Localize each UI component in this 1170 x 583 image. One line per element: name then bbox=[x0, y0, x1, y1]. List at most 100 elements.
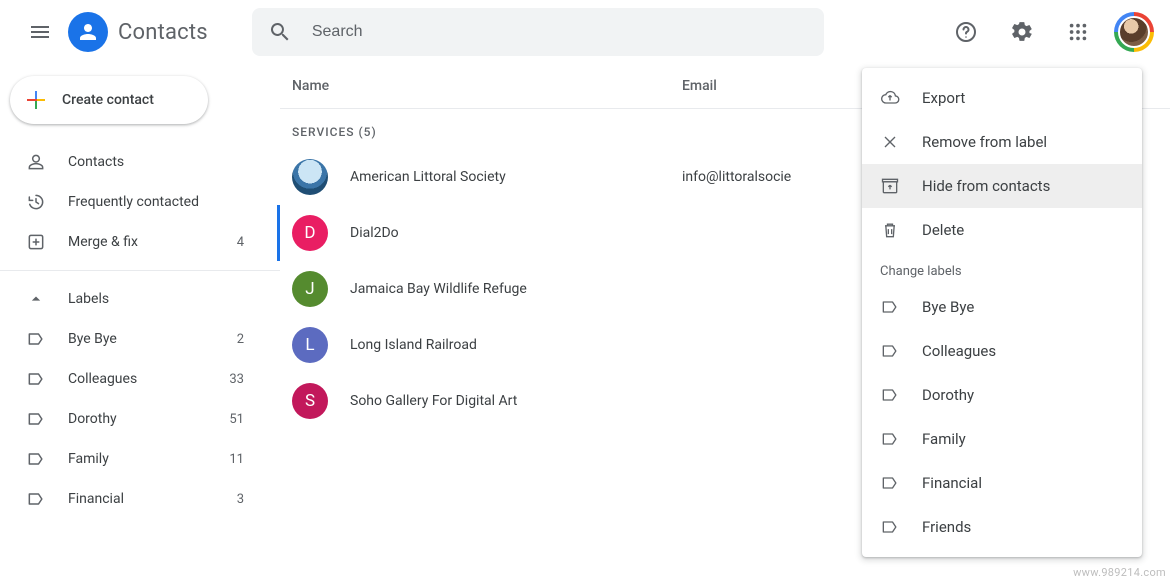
menu-label: Remove from label bbox=[922, 133, 1047, 151]
contact-avatar bbox=[292, 159, 328, 195]
sidebar: Create contact Contacts Frequently conta… bbox=[0, 64, 280, 583]
close-icon bbox=[880, 132, 900, 152]
label-icon bbox=[880, 385, 900, 405]
sidebar-item-count: 33 bbox=[229, 372, 244, 387]
sidebar-item-count: 3 bbox=[237, 492, 244, 507]
person-outline-icon bbox=[26, 152, 46, 172]
archive-icon bbox=[880, 176, 900, 196]
sidebar-item-label: Dorothy bbox=[68, 411, 207, 427]
menu-delete[interactable]: Delete bbox=[862, 208, 1142, 252]
labels-toggle[interactable]: Labels bbox=[0, 279, 280, 319]
contact-email: info@littoralsocie bbox=[682, 169, 791, 185]
label-icon bbox=[880, 429, 900, 449]
sidebar-item-frequent[interactable]: Frequently contacted bbox=[0, 182, 268, 222]
contact-avatar: D bbox=[292, 215, 328, 251]
account-avatar[interactable] bbox=[1114, 12, 1154, 52]
help-icon[interactable] bbox=[942, 8, 990, 56]
menu-label-item[interactable]: Colleagues bbox=[862, 329, 1142, 373]
plus-icon bbox=[24, 88, 48, 112]
menu-label: Family bbox=[922, 430, 966, 448]
menu-label-item[interactable]: Friends bbox=[862, 505, 1142, 549]
sidebar-label-item[interactable]: Financial 3 bbox=[0, 479, 268, 519]
contact-avatar: L bbox=[292, 327, 328, 363]
sidebar-item-count: 2 bbox=[237, 332, 244, 347]
sidebar-label-item[interactable]: Bye Bye 2 bbox=[0, 319, 268, 359]
sidebar-item-label: Merge & fix bbox=[68, 234, 215, 250]
create-contact-label: Create contact bbox=[62, 92, 154, 108]
contact-name: Soho Gallery For Digital Art bbox=[350, 393, 682, 409]
contact-name: Jamaica Bay Wildlife Refuge bbox=[350, 281, 682, 297]
merge-icon bbox=[26, 232, 46, 252]
gear-icon[interactable] bbox=[998, 8, 1046, 56]
menu-label: Dorothy bbox=[922, 386, 974, 404]
label-icon bbox=[26, 409, 46, 429]
menu-label-item[interactable]: Bye Bye bbox=[862, 285, 1142, 329]
label-icon bbox=[880, 517, 900, 537]
app-logo[interactable]: Contacts bbox=[68, 12, 208, 52]
watermark: www.989214.com bbox=[1073, 566, 1166, 579]
label-icon bbox=[880, 341, 900, 361]
menu-label: Export bbox=[922, 89, 965, 107]
sidebar-item-contacts[interactable]: Contacts bbox=[0, 142, 268, 182]
label-icon bbox=[26, 449, 46, 469]
sidebar-label-item[interactable]: Colleagues 33 bbox=[0, 359, 268, 399]
menu-label: Financial bbox=[922, 474, 982, 492]
label-icon bbox=[26, 369, 46, 389]
trash-icon bbox=[880, 220, 900, 240]
sidebar-item-label: Family bbox=[68, 451, 207, 467]
menu-label: Friends bbox=[922, 518, 971, 536]
search-input[interactable] bbox=[310, 22, 808, 42]
label-icon bbox=[26, 329, 46, 349]
history-icon bbox=[26, 192, 46, 212]
sidebar-item-label: Financial bbox=[68, 491, 215, 507]
menu-label: Delete bbox=[922, 221, 964, 239]
menu-section-change-labels: Change labels bbox=[862, 252, 1142, 285]
cloud-upload-icon bbox=[880, 88, 900, 108]
menu-label-item[interactable]: Family bbox=[862, 417, 1142, 461]
contact-avatar: S bbox=[292, 383, 328, 419]
label-icon bbox=[880, 473, 900, 493]
sidebar-item-merge[interactable]: Merge & fix 4 bbox=[0, 222, 268, 262]
chevron-up-icon bbox=[26, 289, 46, 309]
divider bbox=[0, 270, 280, 271]
sidebar-item-count: 51 bbox=[229, 412, 244, 427]
menu-label-item[interactable]: Financial bbox=[862, 461, 1142, 505]
sidebar-label-item[interactable]: Family 11 bbox=[0, 439, 268, 479]
labels-list: Bye Bye 2 Colleagues 33 Dorothy 51 Family 11 Fin… bbox=[0, 319, 280, 519]
menu-remove-label[interactable]: Remove from label bbox=[862, 120, 1142, 164]
menu-icon[interactable] bbox=[16, 8, 64, 56]
sidebar-item-label: Bye Bye bbox=[68, 331, 215, 347]
sidebar-item-label: Contacts bbox=[68, 154, 244, 170]
menu-label-item[interactable]: Dorothy bbox=[862, 373, 1142, 417]
search-icon bbox=[268, 20, 292, 44]
sidebar-item-count: 11 bbox=[229, 452, 244, 467]
menu-label: Colleagues bbox=[922, 342, 996, 360]
context-menu: Export Remove from label Hide from conta… bbox=[862, 68, 1142, 557]
label-icon bbox=[880, 297, 900, 317]
sidebar-item-label: Colleagues bbox=[68, 371, 207, 387]
column-name-header: Name bbox=[292, 78, 682, 94]
menu-label: Bye Bye bbox=[922, 298, 974, 316]
label-icon bbox=[26, 489, 46, 509]
header-actions bbox=[942, 8, 1154, 56]
app-header: Contacts bbox=[0, 0, 1170, 64]
search-box[interactable] bbox=[252, 8, 824, 56]
menu-labels-list: Bye Bye Colleagues Dorothy Family Financial F… bbox=[862, 285, 1142, 549]
create-contact-button[interactable]: Create contact bbox=[10, 76, 208, 124]
sidebar-label-item[interactable]: Dorothy 51 bbox=[0, 399, 268, 439]
selection-bar bbox=[277, 205, 280, 261]
menu-hide[interactable]: Hide from contacts bbox=[862, 164, 1142, 208]
sidebar-item-label: Frequently contacted bbox=[68, 194, 244, 210]
menu-export[interactable]: Export bbox=[862, 76, 1142, 120]
contact-avatar: J bbox=[292, 271, 328, 307]
menu-label: Hide from contacts bbox=[922, 177, 1050, 195]
contact-name: American Littoral Society bbox=[350, 169, 682, 185]
contact-name: Long Island Railroad bbox=[350, 337, 682, 353]
app-title: Contacts bbox=[118, 20, 208, 45]
apps-icon[interactable] bbox=[1054, 8, 1102, 56]
avatar-image bbox=[1118, 16, 1150, 48]
contact-name: Dial2Do bbox=[350, 225, 682, 241]
person-icon bbox=[68, 12, 108, 52]
sidebar-item-count: 4 bbox=[237, 235, 244, 250]
labels-header-text: Labels bbox=[68, 291, 109, 307]
